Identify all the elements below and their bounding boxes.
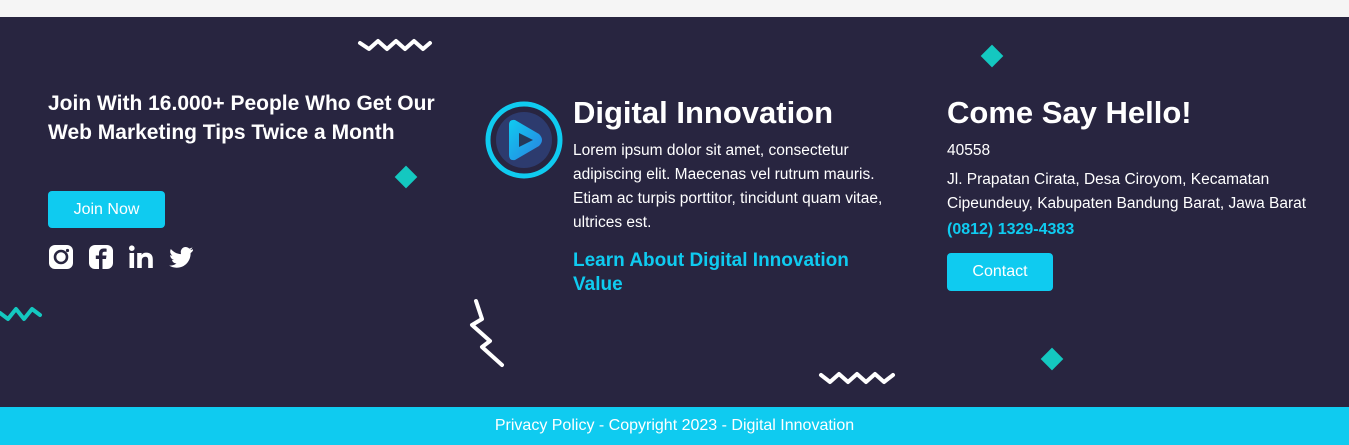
phone-link[interactable]: (0812) 1329-4383 [947, 218, 1337, 242]
join-now-button[interactable]: Join Now [48, 191, 165, 228]
zigzag-decoration [470, 299, 504, 367]
copyright-text: Privacy Policy - Copyright 2023 - Digita… [494, 417, 855, 434]
zigzag-decoration [819, 372, 895, 384]
diamond-decoration [980, 44, 1004, 68]
zigzag-decoration [0, 307, 42, 321]
social-links [48, 244, 194, 270]
linkedin-icon[interactable] [128, 244, 154, 270]
postal-code: 40558 [947, 142, 991, 159]
brand-title: Digital Innovation [573, 95, 834, 130]
newsletter-title: Join With 16.000+ People Who Get Our Web… [48, 92, 435, 144]
copyright-bar: Privacy Policy - Copyright 2023 - Digita… [0, 407, 1349, 445]
diamond-decoration [1040, 347, 1064, 371]
site-footer: Join With 16.000+ People Who Get Our Web… [0, 17, 1349, 407]
contact-button[interactable]: Contact [947, 253, 1053, 291]
play-icon [485, 101, 563, 179]
zigzag-decoration [358, 39, 432, 51]
learn-more-link[interactable]: Learn About Digital Innovation Value [573, 249, 863, 297]
diamond-decoration [394, 165, 418, 189]
contact-title: Come Say Hello! [947, 95, 1192, 130]
address: Jl. Prapatan Cirata, Desa Ciroyom, Kecam… [947, 171, 1307, 212]
instagram-icon[interactable] [48, 244, 74, 270]
facebook-icon[interactable] [88, 244, 114, 270]
brand-section: Digital Innovation Lorem ipsum dolor sit… [573, 95, 883, 297]
brand-description: Lorem ipsum dolor sit amet, consectetur … [573, 142, 883, 231]
newsletter-section: Join With 16.000+ People Who Get Our Web… [48, 89, 448, 269]
top-strip [0, 0, 1349, 17]
contact-section: Come Say Hello! 40558 Jl. Prapatan Cirat… [947, 95, 1337, 291]
twitter-icon[interactable] [168, 244, 194, 270]
